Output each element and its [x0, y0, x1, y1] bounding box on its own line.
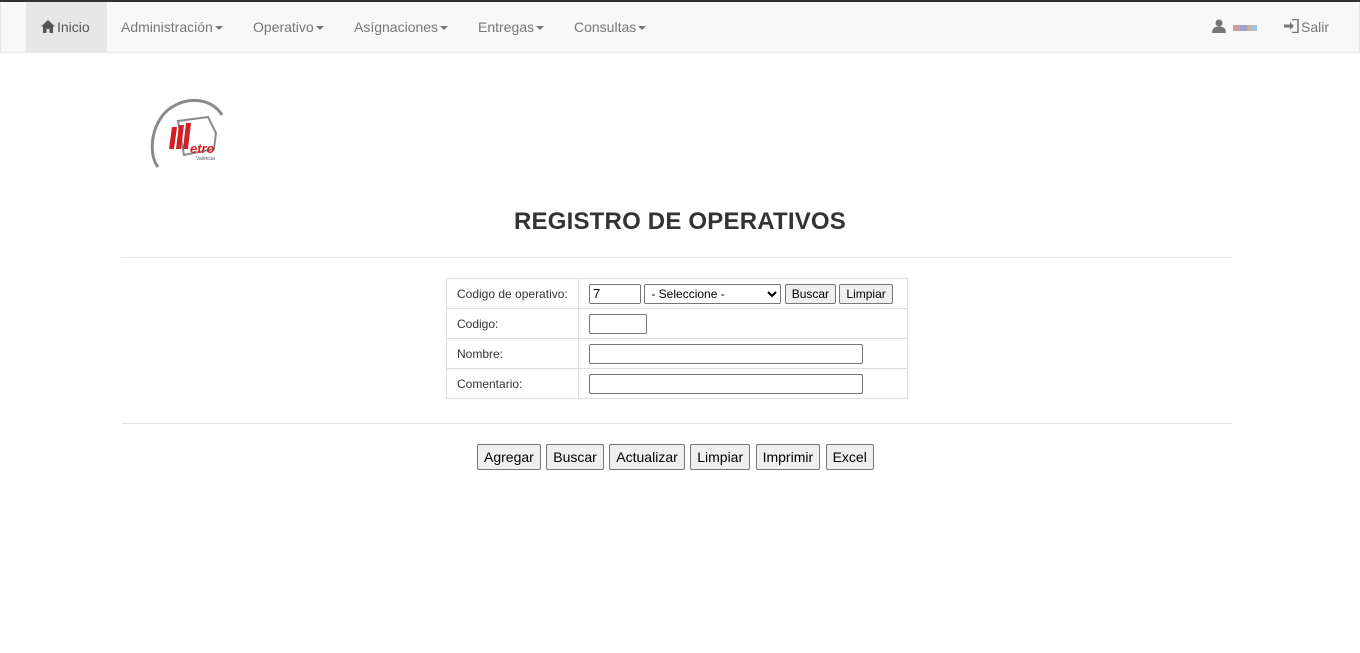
nav-logout[interactable]: Salir [1269, 2, 1344, 52]
caret-down-icon [440, 26, 449, 31]
codigo-operativo-label: Codigo de operativo: [446, 278, 579, 309]
operativo-form: Codigo de operativo: - Seleccione - Busc… [446, 278, 908, 399]
nombre-cell [578, 338, 908, 369]
form-row-comentario: Comentario: [446, 368, 908, 399]
nav-home-label: Inicio [57, 19, 90, 35]
codigo-operativo-controls: - Seleccione - Buscar Limpiar [578, 278, 908, 309]
nav-asignaciones[interactable]: Asígnaciones [339, 2, 463, 52]
navbar: Inicio Administración Operativo Asígnaci… [0, 2, 1360, 53]
sign-in-icon [1284, 3, 1299, 53]
operativo-select[interactable]: - Seleccione - [644, 283, 782, 304]
divider-top [122, 257, 1232, 258]
nombre-label: Nombre: [446, 338, 579, 369]
form-row-codigo: Codigo: [446, 308, 908, 339]
caret-down-icon [214, 26, 223, 31]
caret-down-icon [315, 26, 324, 31]
user-name-redacted [1232, 25, 1257, 32]
divider-bottom [122, 423, 1232, 424]
buscar-operativo-button[interactable]: Buscar [784, 283, 837, 304]
action-buttons: Agregar Buscar Actualizar Limpiar Imprim… [477, 444, 875, 470]
codigo-cell [578, 308, 908, 339]
limpiar-operativo-button[interactable]: Limpiar [839, 283, 893, 304]
user-icon [1212, 3, 1226, 53]
nav-administracion[interactable]: Administración [106, 2, 238, 52]
nav-operativo-label: Operativo [253, 19, 314, 35]
codigo-input[interactable] [589, 313, 647, 334]
svg-text:Valencia: Valencia [196, 156, 215, 162]
nav-user[interactable] [1197, 2, 1272, 52]
nav-entregas-label: Entregas [478, 19, 535, 35]
codigo-operativo-input[interactable] [589, 283, 641, 304]
nav-operativo[interactable]: Operativo [238, 2, 339, 52]
codigo-label: Codigo: [446, 308, 579, 339]
nav-home[interactable]: Inicio [26, 2, 107, 52]
caret-down-icon [536, 26, 545, 31]
comentario-cell [578, 368, 908, 399]
actualizar-button[interactable]: Actualizar [609, 444, 685, 470]
nav-entregas[interactable]: Entregas [463, 2, 559, 52]
caret-down-icon [638, 26, 647, 31]
nombre-input[interactable] [589, 343, 863, 364]
nav-asignaciones-label: Asígnaciones [354, 19, 439, 35]
metro-valencia-logo: etro Valencia [150, 97, 228, 172]
comentario-input[interactable] [589, 373, 863, 394]
limpiar-button[interactable]: Limpiar [690, 444, 751, 470]
form-row-nombre: Nombre: [446, 338, 908, 369]
imprimir-button[interactable]: Imprimir [755, 444, 821, 470]
nav-administracion-label: Administración [121, 19, 213, 35]
nav-consultas-label: Consultas [574, 19, 637, 35]
logout-label: Salir [1301, 19, 1330, 35]
svg-text:etro: etro [190, 141, 215, 156]
nav-consultas[interactable]: Consultas [559, 2, 661, 52]
agregar-button[interactable]: Agregar [477, 444, 541, 470]
comentario-label: Comentario: [446, 368, 579, 399]
buscar-button[interactable]: Buscar [546, 444, 604, 470]
page-title: REGISTRO DE OPERATIVOS [514, 208, 846, 235]
form-row-codigo-operativo: Codigo de operativo: - Seleccione - Busc… [446, 278, 908, 309]
home-icon [41, 3, 55, 53]
excel-button[interactable]: Excel [825, 444, 874, 470]
